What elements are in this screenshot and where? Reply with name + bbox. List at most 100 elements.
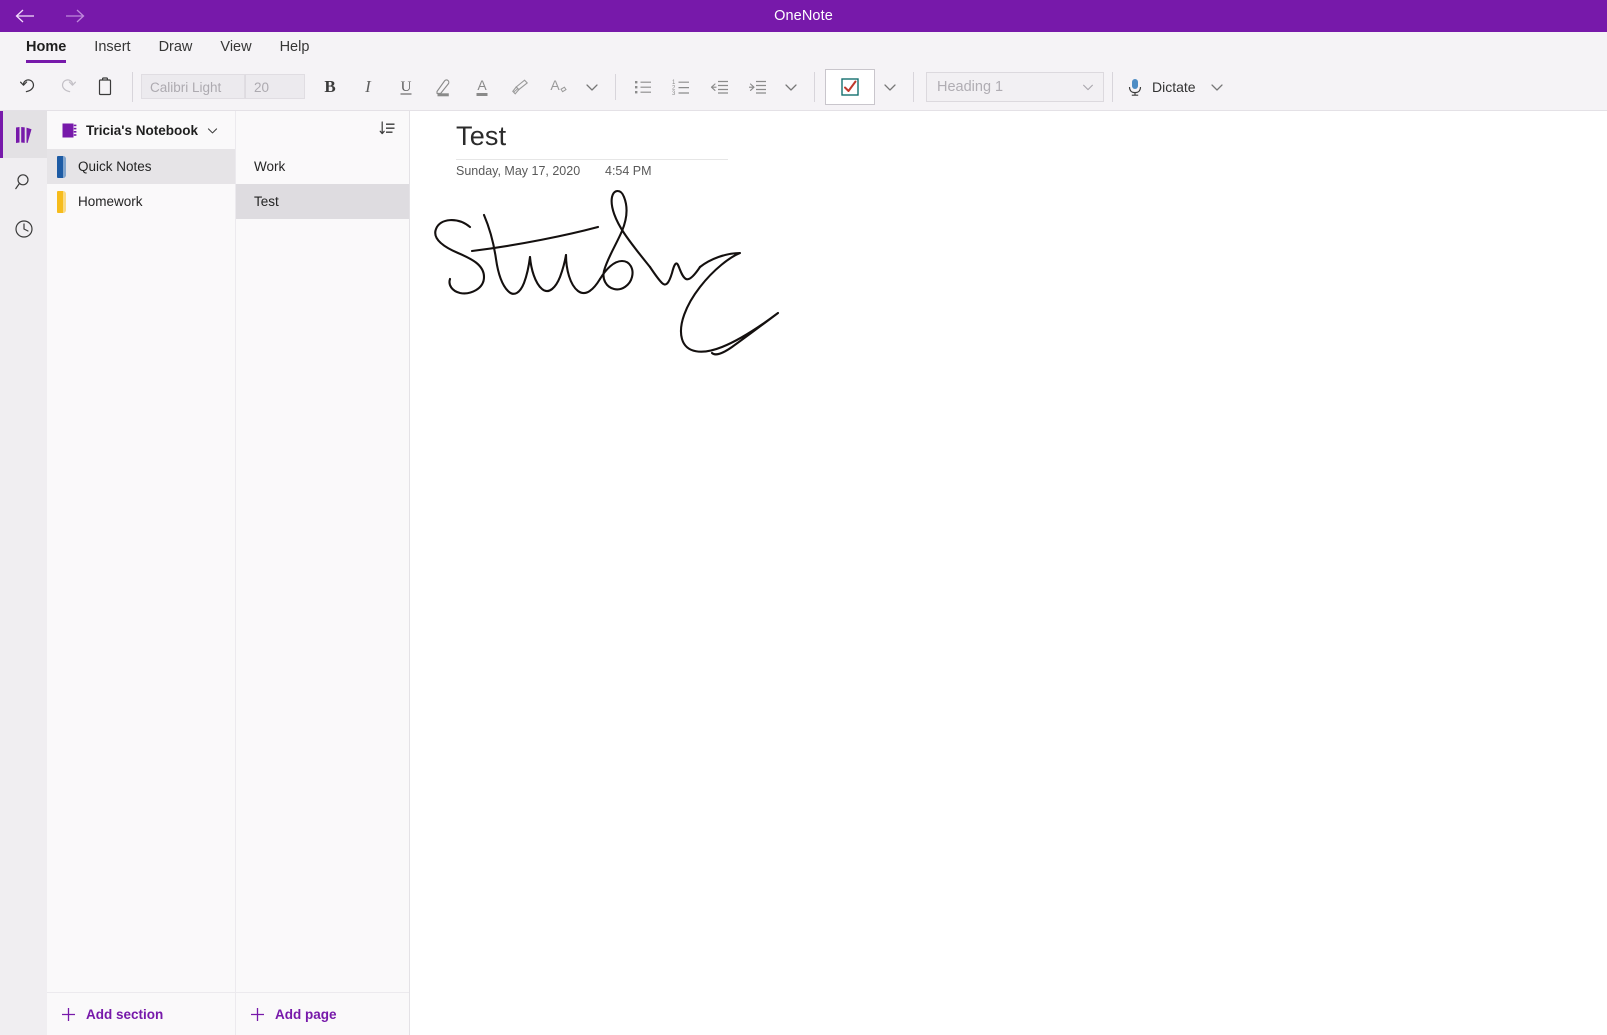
pages-pane: Work Test Add page bbox=[236, 111, 410, 1035]
chevron-down-icon bbox=[785, 83, 797, 91]
tab-insert[interactable]: Insert bbox=[80, 32, 144, 63]
tab-home[interactable]: Home bbox=[12, 32, 80, 63]
italic-button[interactable]: I bbox=[349, 68, 387, 106]
style-dropdown[interactable]: Heading 1 bbox=[926, 71, 1104, 102]
section-label: Homework bbox=[78, 194, 143, 209]
notebooks-icon bbox=[15, 126, 31, 143]
todo-tag-dropdown-button[interactable] bbox=[875, 68, 905, 106]
chevron-down-icon bbox=[207, 127, 218, 133]
tab-help[interactable]: Help bbox=[266, 32, 324, 63]
redo-button[interactable] bbox=[48, 68, 86, 106]
page-item-work[interactable]: Work bbox=[236, 149, 409, 184]
clear-formatting-icon: A bbox=[550, 77, 567, 93]
todo-checkbox-icon bbox=[841, 77, 859, 96]
app-title: OneNote bbox=[774, 8, 833, 24]
highlighter-icon bbox=[436, 78, 450, 96]
plus-icon bbox=[62, 1007, 75, 1021]
dictate-button[interactable]: Dictate bbox=[1121, 70, 1202, 104]
sort-icon bbox=[379, 120, 395, 134]
bulleted-list-icon bbox=[635, 80, 651, 93]
increase-indent-icon bbox=[749, 80, 766, 94]
home-toolbar: Calibri Light 20 B I U A A 1 2 3 Heading… bbox=[0, 63, 1607, 110]
sort-pages-button[interactable] bbox=[379, 119, 397, 142]
back-button[interactable] bbox=[8, 3, 42, 29]
undo-button[interactable] bbox=[10, 68, 48, 106]
numbering-button[interactable]: 1 2 3 bbox=[662, 68, 700, 106]
svg-text:A: A bbox=[477, 77, 487, 93]
app-body: Tricia's Notebook Quick Notes Homework A… bbox=[0, 111, 1607, 1035]
add-page-button[interactable]: Add page bbox=[236, 992, 409, 1035]
clipboard-icon bbox=[98, 76, 112, 95]
highlight-button[interactable] bbox=[425, 68, 463, 106]
toolbar-divider-3 bbox=[814, 71, 815, 102]
chevron-down-icon bbox=[1083, 84, 1093, 90]
rail-item-recent[interactable] bbox=[0, 205, 47, 252]
bold-button[interactable]: B bbox=[311, 68, 349, 106]
ribbon: Home Insert Draw View Help Calibri Light… bbox=[0, 32, 1607, 111]
clear-formatting-button[interactable]: A bbox=[539, 68, 577, 106]
pages-header bbox=[236, 111, 409, 149]
underline-icon: U bbox=[400, 79, 412, 95]
todo-tag-button[interactable] bbox=[825, 68, 875, 105]
more-paragraph-options-button[interactable] bbox=[776, 68, 806, 106]
bullets-button[interactable] bbox=[624, 68, 662, 106]
font-name-input[interactable]: Calibri Light bbox=[141, 74, 245, 99]
ink-stroke-study[interactable] bbox=[410, 173, 890, 493]
page-title[interactable]: Test bbox=[456, 121, 506, 152]
notebook-icon bbox=[62, 123, 77, 137]
style-value: Heading 1 bbox=[937, 78, 1004, 95]
add-section-button[interactable]: Add section bbox=[47, 992, 235, 1035]
dictate-dropdown-button[interactable] bbox=[1202, 68, 1232, 106]
paste-button[interactable] bbox=[86, 68, 124, 106]
chevron-down-icon bbox=[884, 83, 896, 91]
svg-text:U: U bbox=[401, 79, 412, 95]
notebook-name: Tricia's Notebook bbox=[86, 122, 198, 138]
font-size-input[interactable]: 20 bbox=[245, 74, 305, 99]
underline-button[interactable]: U bbox=[387, 68, 425, 106]
format-painter-button[interactable] bbox=[501, 68, 539, 106]
section-item-quick-notes[interactable]: Quick Notes bbox=[47, 149, 235, 184]
svg-text:3: 3 bbox=[672, 91, 676, 97]
font-color-button[interactable]: A bbox=[463, 68, 501, 106]
title-divider bbox=[456, 159, 728, 160]
sections-pane: Tricia's Notebook Quick Notes Homework A… bbox=[47, 111, 236, 1035]
search-icon bbox=[14, 173, 29, 189]
note-canvas[interactable]: Test Sunday, May 17, 2020 4:54 PM bbox=[410, 111, 1607, 1035]
toolbar-divider-5 bbox=[1112, 71, 1113, 102]
back-arrow-icon bbox=[15, 9, 34, 23]
font-group: Calibri Light 20 bbox=[141, 74, 305, 99]
toolbar-divider-4 bbox=[913, 71, 914, 102]
plus-icon bbox=[251, 1007, 264, 1021]
section-label: Quick Notes bbox=[78, 159, 152, 174]
ribbon-tabs: Home Insert Draw View Help bbox=[0, 32, 1607, 63]
rail-item-search[interactable] bbox=[0, 158, 47, 205]
toolbar-divider-1 bbox=[132, 71, 133, 102]
tab-view[interactable]: View bbox=[206, 32, 265, 63]
onenote-window: OneNote Home Insert Draw View Help Calib… bbox=[0, 0, 1607, 1035]
left-rail bbox=[0, 111, 47, 1035]
decrease-indent-button[interactable] bbox=[700, 68, 738, 106]
section-color-swatch bbox=[57, 155, 66, 178]
notebook-header[interactable]: Tricia's Notebook bbox=[47, 111, 235, 149]
toolbar-divider-2 bbox=[615, 73, 616, 100]
redo-icon bbox=[61, 78, 77, 92]
undo-icon bbox=[19, 78, 35, 92]
section-item-homework[interactable]: Homework bbox=[47, 184, 235, 219]
chevron-down-icon bbox=[586, 83, 598, 91]
font-color-icon: A bbox=[476, 77, 488, 96]
dictate-label: Dictate bbox=[1152, 78, 1196, 95]
microphone-icon bbox=[1128, 78, 1142, 96]
numbered-list-icon: 1 2 3 bbox=[672, 80, 689, 97]
tab-draw[interactable]: Draw bbox=[145, 32, 207, 63]
rail-item-notebooks[interactable] bbox=[0, 111, 47, 158]
paintbrush-icon bbox=[512, 78, 529, 95]
increase-indent-button[interactable] bbox=[738, 68, 776, 106]
clock-icon bbox=[14, 219, 33, 238]
page-item-test[interactable]: Test bbox=[236, 184, 409, 219]
forward-button[interactable] bbox=[58, 3, 92, 29]
section-list: Quick Notes Homework bbox=[47, 149, 235, 992]
decrease-indent-icon bbox=[710, 80, 728, 94]
nav-buttons bbox=[0, 3, 92, 29]
chevron-down-icon bbox=[1210, 83, 1223, 91]
more-font-options-button[interactable] bbox=[577, 68, 607, 106]
